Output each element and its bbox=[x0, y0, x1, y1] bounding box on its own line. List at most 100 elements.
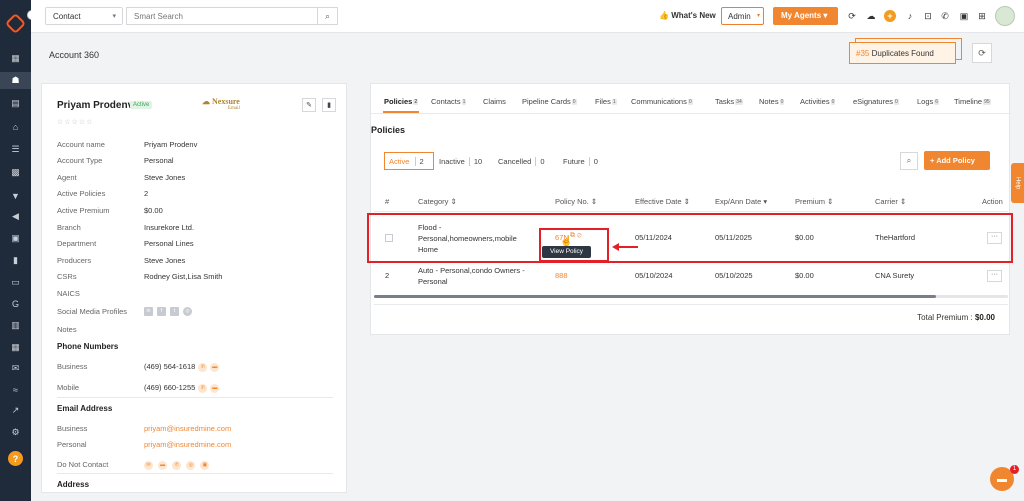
tab-esignatures[interactable]: eSignatures 0 bbox=[853, 97, 899, 106]
apps-grid-icon[interactable]: ⊞ bbox=[976, 10, 988, 22]
analytics-icon[interactable]: ↗ bbox=[9, 404, 22, 417]
file-icon[interactable]: ▥ bbox=[9, 319, 22, 332]
field-value: Personal Lines bbox=[144, 239, 194, 248]
megaphone-icon[interactable]: ◀ bbox=[9, 210, 22, 223]
filter-inactive[interactable]: Inactive 10 bbox=[439, 157, 483, 166]
tab-timeline[interactable]: Timeline 95 bbox=[954, 97, 991, 106]
tab-badge: 34 bbox=[735, 99, 743, 105]
whats-new-link[interactable]: 👍 What's New bbox=[659, 11, 716, 20]
grid-icon[interactable]: ▩ bbox=[9, 166, 22, 179]
twitter-icon[interactable]: t bbox=[170, 307, 179, 316]
policy-settings-icon[interactable]: ⊘ bbox=[577, 232, 582, 239]
contacts-icon[interactable]: ☗ bbox=[0, 72, 31, 89]
rating-stars[interactable]: ☆☆☆☆☆ bbox=[57, 118, 93, 126]
filter-future[interactable]: Future 0 bbox=[563, 157, 598, 166]
row-action-more-icon[interactable]: ··· bbox=[987, 270, 1002, 282]
chip-icon[interactable]: ▣ bbox=[958, 10, 970, 22]
column-label: Exp/Ann Date bbox=[715, 197, 762, 206]
fax-block-icon[interactable]: ◎ bbox=[186, 460, 196, 470]
duplicates-found-button[interactable]: #35 Duplicates Found bbox=[849, 42, 956, 64]
facebook-icon[interactable]: f bbox=[157, 307, 166, 316]
filter-active[interactable]: Active 2 bbox=[384, 152, 434, 170]
folder-icon[interactable]: ▭ bbox=[9, 276, 22, 289]
column-header-effective-date[interactable]: Effective Date ⇕ bbox=[635, 197, 690, 206]
search-type-select[interactable]: Contact ▾ bbox=[45, 7, 123, 25]
brand-logo-icon[interactable] bbox=[4, 12, 27, 35]
report-icon[interactable]: ▣ bbox=[9, 232, 22, 245]
column-header-category[interactable]: Category ⇕ bbox=[418, 197, 457, 206]
phone-number[interactable]: (469) 660-1255 bbox=[144, 383, 195, 392]
tab-claims[interactable]: Claims bbox=[483, 97, 506, 106]
divider bbox=[374, 304, 1008, 305]
linkedin-icon[interactable]: in bbox=[144, 307, 153, 316]
column-header-carrier[interactable]: Carrier ⇕ bbox=[875, 197, 906, 206]
column-header-premium[interactable]: Premium ⇕ bbox=[795, 197, 833, 206]
sms-icon[interactable]: ▬ bbox=[210, 362, 220, 372]
mail-icon[interactable]: ✉ bbox=[9, 362, 22, 375]
tab-tasks[interactable]: Tasks 34 bbox=[715, 97, 743, 106]
filter-cancelled[interactable]: Cancelled 0 bbox=[498, 157, 545, 166]
tab-activities[interactable]: Activities 0 bbox=[800, 97, 836, 106]
column-header-number: # bbox=[385, 197, 390, 206]
tab-policies[interactable]: Policies 2 bbox=[384, 97, 419, 106]
refresh-icon[interactable]: ⟳ bbox=[972, 43, 992, 63]
call-icon[interactable]: ✆ bbox=[198, 383, 208, 393]
tab-communications[interactable]: Communications 0 bbox=[631, 97, 693, 106]
add-plus-icon[interactable]: + bbox=[884, 10, 896, 22]
phone-number[interactable]: (469) 564-1618 bbox=[144, 362, 195, 371]
calendar-icon[interactable]: ▦ bbox=[9, 341, 22, 354]
tab-contacts[interactable]: Contacts 1 bbox=[431, 97, 467, 106]
role-select[interactable]: Admin ▾ bbox=[721, 7, 764, 25]
duplicates-count: #35 bbox=[856, 49, 870, 58]
screen-share-icon[interactable]: ⊡ bbox=[922, 10, 934, 22]
column-label: Category bbox=[418, 197, 449, 206]
policy-number-link[interactable]: 888 bbox=[555, 271, 568, 280]
google-icon[interactable]: G bbox=[9, 297, 22, 310]
user-avatar[interactable] bbox=[995, 6, 1015, 26]
search-icon[interactable]: ⌕ bbox=[900, 152, 918, 170]
call-icon[interactable]: ✆ bbox=[198, 362, 208, 372]
tab-notes[interactable]: Notes 0 bbox=[759, 97, 785, 106]
sms-icon[interactable]: ▬ bbox=[210, 383, 220, 393]
sms-block-icon[interactable]: ▬ bbox=[158, 460, 168, 470]
field-value: Insurekore Ltd. bbox=[144, 223, 195, 232]
total-label: Total Premium : bbox=[917, 313, 973, 322]
help-circle-icon[interactable]: ? bbox=[8, 451, 23, 466]
sync-icon[interactable]: ⟳ bbox=[846, 10, 858, 22]
globe-icon[interactable]: ◎ bbox=[183, 307, 192, 316]
call-block-icon[interactable]: ✆ bbox=[172, 460, 182, 470]
delete-trash-icon[interactable]: ▮ bbox=[322, 98, 336, 112]
tab-pipeline-cards[interactable]: Pipeline Cards 0 bbox=[522, 97, 577, 106]
tab-label: Timeline bbox=[954, 97, 983, 106]
horizontal-scrollbar-thumb[interactable] bbox=[374, 295, 936, 298]
edit-pencil-icon[interactable]: ✎ bbox=[302, 98, 316, 112]
bank-icon[interactable]: ⌂ bbox=[9, 120, 22, 133]
documents-icon[interactable]: ▤ bbox=[9, 97, 22, 110]
search-icon[interactable]: ⌕ bbox=[318, 7, 338, 25]
my-agents-button[interactable]: My Agents ▾ bbox=[773, 7, 838, 25]
smart-search-input[interactable] bbox=[126, 7, 318, 25]
funnel-icon[interactable]: ▼ bbox=[9, 189, 22, 202]
chat-unread-badge: 1 bbox=[1010, 465, 1019, 474]
tab-files[interactable]: Files 1 bbox=[595, 97, 617, 106]
settings-gear-icon[interactable]: ⚙ bbox=[9, 426, 22, 439]
field-label: CSRs bbox=[57, 272, 77, 281]
list-icon[interactable]: ☰ bbox=[9, 143, 22, 156]
help-side-tab[interactable]: Help bbox=[1011, 163, 1024, 203]
email-block-icon[interactable]: ✉ bbox=[144, 460, 153, 470]
chart-icon[interactable]: ▮ bbox=[9, 254, 22, 267]
phone-icon[interactable]: ✆ bbox=[939, 10, 951, 22]
column-header-exp-date[interactable]: Exp/Ann Date ▾ bbox=[715, 197, 767, 206]
tab-logs[interactable]: Logs 6 bbox=[917, 97, 940, 106]
add-policy-button[interactable]: + Add Policy bbox=[924, 151, 990, 170]
column-header-policy-no[interactable]: Policy No. ⇕ bbox=[555, 197, 597, 206]
workflow-icon[interactable]: ≈ bbox=[9, 383, 22, 396]
mail-block-icon[interactable]: ▣ bbox=[200, 460, 210, 470]
bell-icon[interactable]: ♪ bbox=[904, 10, 916, 22]
email-value[interactable]: priyam@insuredmine.com bbox=[144, 424, 231, 433]
field-value: Rodney Gist,Lisa Smith bbox=[144, 272, 223, 281]
field-label: Producers bbox=[57, 256, 92, 265]
email-value[interactable]: priyam@insuredmine.com bbox=[144, 440, 231, 449]
cloud-icon[interactable]: ☁ bbox=[865, 10, 877, 22]
dashboard-icon[interactable]: ▦ bbox=[9, 52, 22, 65]
